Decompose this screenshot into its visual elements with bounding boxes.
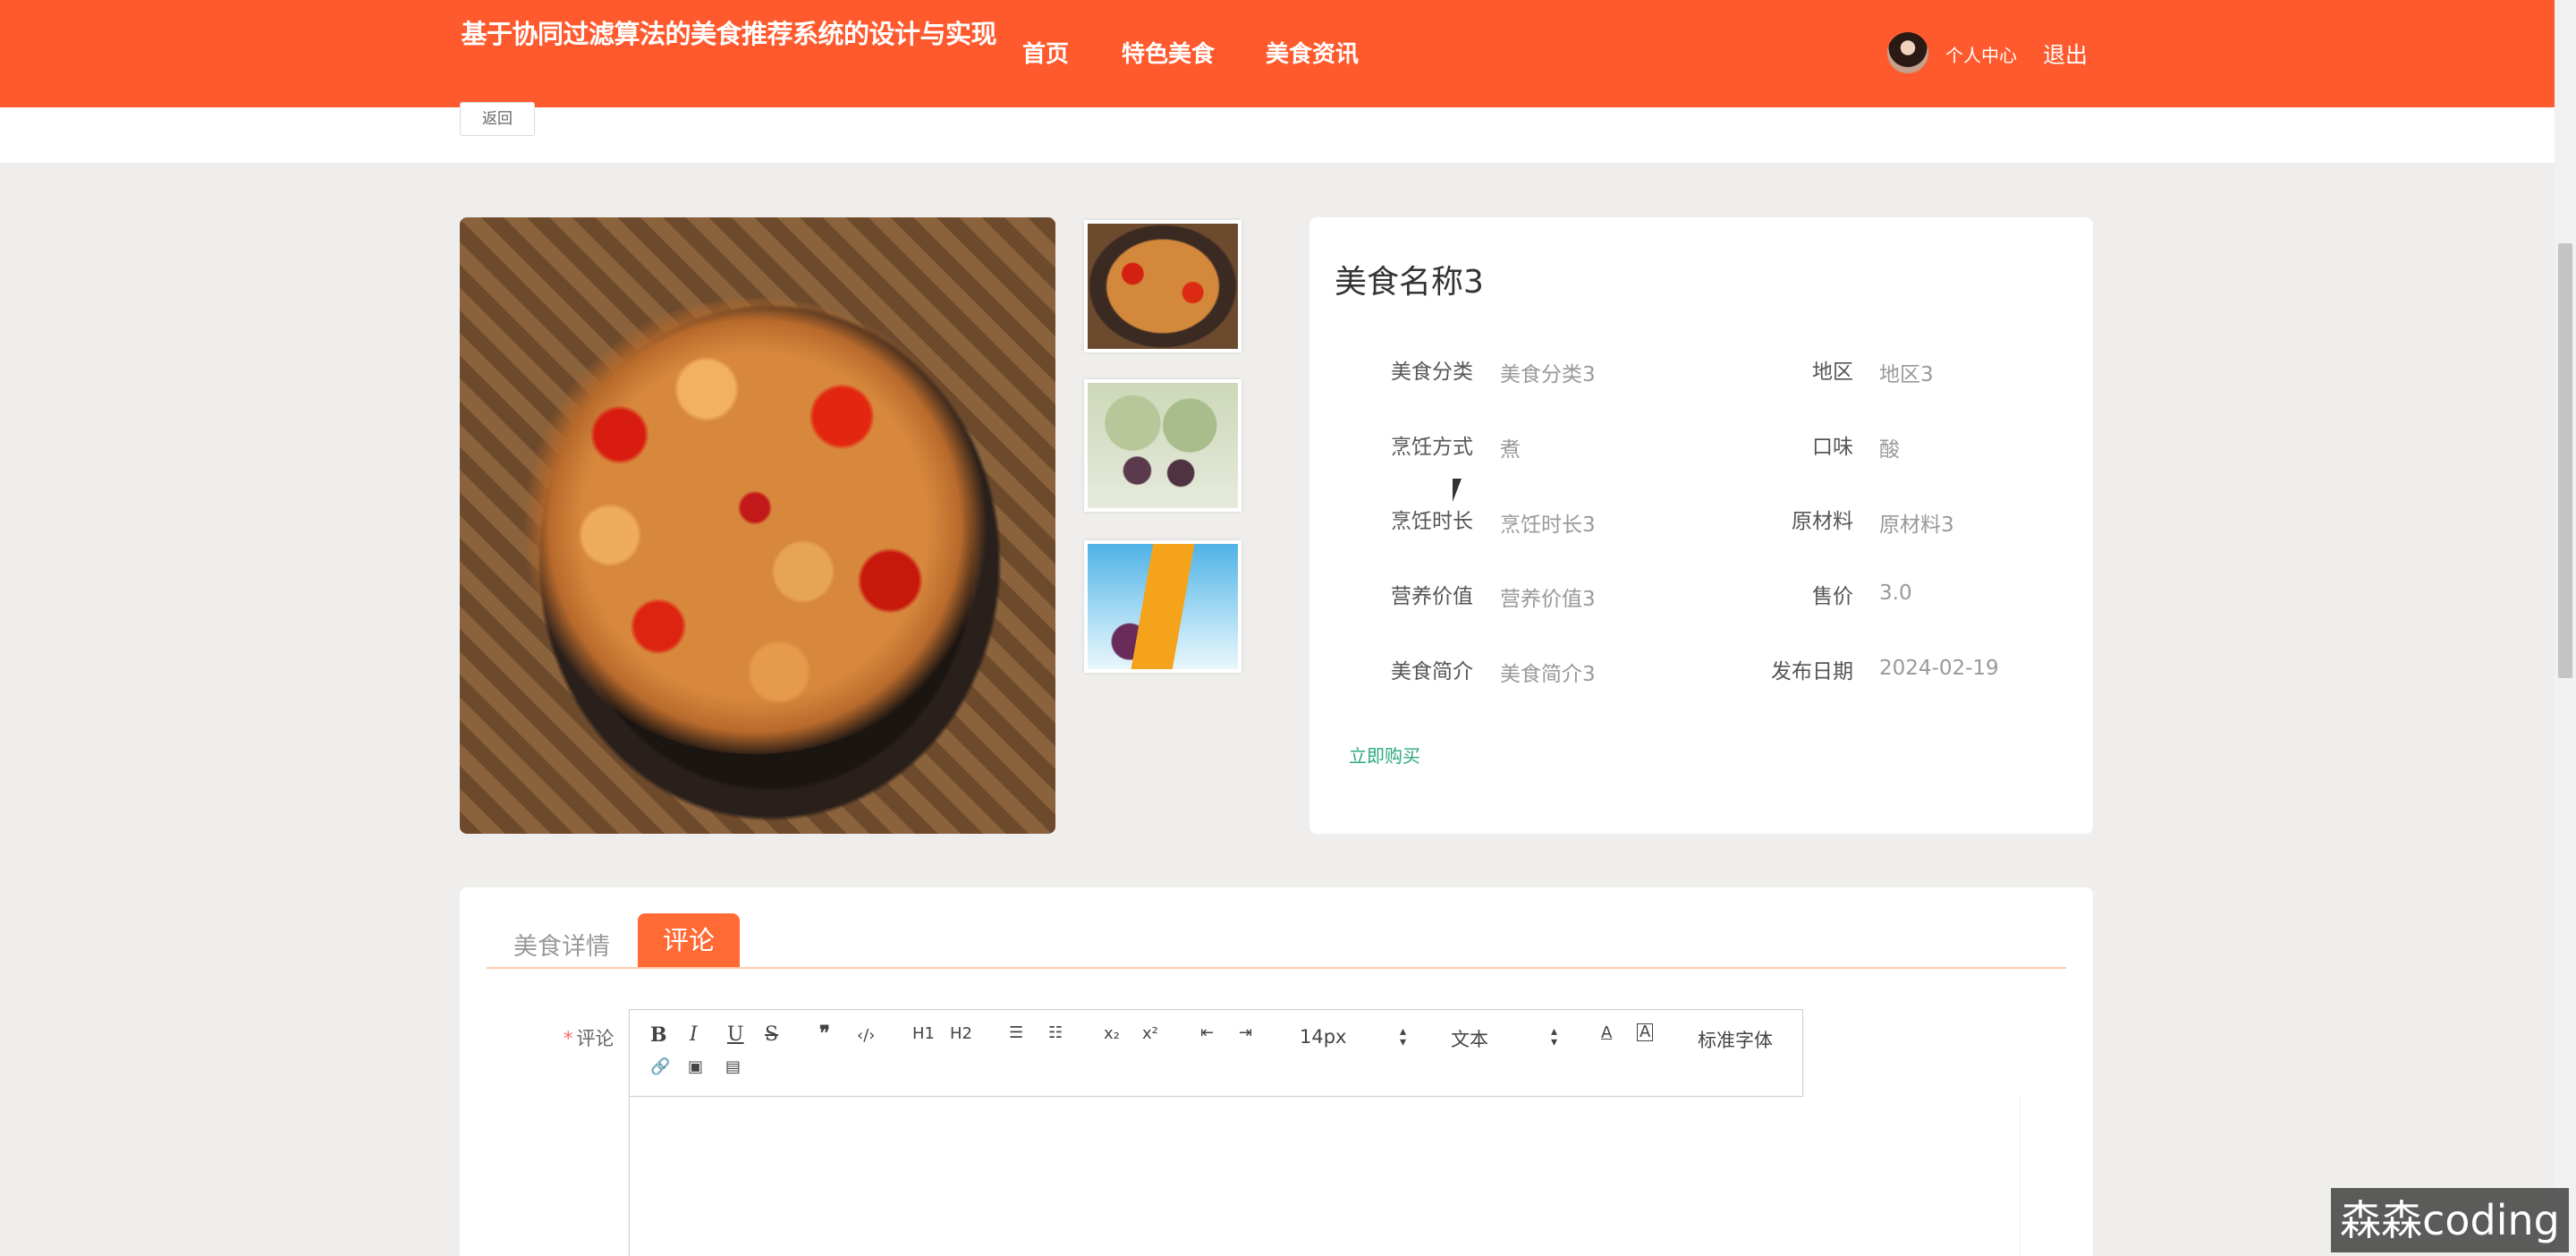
value-price: 3.0 — [1879, 581, 1912, 605]
underline-button[interactable]: U — [727, 1023, 744, 1046]
scrollbar-thumb[interactable] — [2558, 243, 2572, 678]
back-button[interactable]: 返回 — [460, 102, 535, 136]
label-category: 美食分类 — [1391, 361, 1473, 384]
value-publish-date: 2024-02-19 — [1879, 657, 1999, 680]
site-title: 基于协同过滤算法的美食推荐系统的设计与实现 — [461, 19, 996, 49]
superscript-button[interactable]: x² — [1142, 1024, 1158, 1043]
value-cooking-method: 煮 — [1500, 438, 1521, 462]
required-star: * — [564, 1028, 573, 1049]
heading1-button[interactable]: H1 — [912, 1024, 935, 1043]
label-ingredients: 原材料 — [1792, 510, 1853, 533]
comment-label-text: 评论 — [576, 1028, 614, 1049]
value-nutrition: 营养价值3 — [1500, 588, 1596, 611]
link-icon[interactable]: 🔗 — [650, 1057, 670, 1076]
tab-food-detail[interactable]: 美食详情 — [513, 927, 610, 962]
label-taste: 口味 — [1812, 436, 1853, 459]
image-icon[interactable]: ▣ — [688, 1057, 703, 1076]
italic-button[interactable]: I — [690, 1023, 698, 1046]
mouse-cursor-icon — [1453, 479, 1462, 502]
bullet-list-icon[interactable]: ☷ — [1048, 1023, 1063, 1042]
value-cooking-time: 烹饪时长3 — [1500, 513, 1596, 537]
select-arrows-icon: ▴ ▾ — [1551, 1024, 1558, 1049]
font-color-button[interactable]: A — [1601, 1023, 1612, 1042]
tab-underline — [487, 967, 2066, 969]
font-size-select[interactable]: 14px ▴ ▾ — [1300, 1024, 1416, 1049]
label-nutrition: 营养价值 — [1391, 585, 1473, 608]
value-intro: 美食简介3 — [1500, 663, 1596, 686]
heading2-button[interactable]: H2 — [950, 1024, 972, 1043]
bold-button[interactable]: B — [650, 1023, 667, 1047]
top-header: 基于协同过滤算法的美食推荐系统的设计与实现 首页 特色美食 美食资讯 个人中心 … — [0, 0, 2555, 107]
block-type-select[interactable]: 文本 ▴ ▾ — [1451, 1025, 1567, 1052]
strike-button[interactable]: S — [765, 1023, 778, 1046]
select-arrows-icon: ▴ ▾ — [1400, 1024, 1407, 1049]
quote-button[interactable]: ❞ — [819, 1022, 830, 1045]
label-price: 售价 — [1812, 585, 1853, 608]
value-taste: 酸 — [1879, 438, 1900, 462]
background-color-button[interactable]: A — [1637, 1023, 1654, 1041]
logout-link[interactable]: 退出 — [2043, 38, 2088, 70]
label-publish-date: 发布日期 — [1771, 660, 1853, 683]
user-center-link[interactable]: 个人中心 — [1945, 41, 2017, 67]
nav-food-news[interactable]: 美食资讯 — [1266, 36, 1359, 69]
ordered-list-icon[interactable]: ☰ — [1009, 1023, 1023, 1042]
comment-editor-area[interactable] — [629, 1097, 2021, 1256]
value-ingredients: 原材料3 — [1879, 513, 1954, 537]
font-size-value: 14px — [1300, 1026, 1347, 1048]
value-region: 地区3 — [1879, 363, 1934, 386]
comment-label: * 评论 — [564, 1024, 614, 1051]
thumbnail-1[interactable] — [1084, 220, 1241, 352]
thumbnail-2[interactable] — [1084, 379, 1241, 512]
label-region: 地区 — [1812, 361, 1853, 384]
label-cooking-time: 烹饪时长 — [1391, 510, 1473, 533]
indent-icon[interactable]: ⇥ — [1239, 1023, 1252, 1042]
video-icon[interactable]: ▤ — [725, 1057, 741, 1076]
editor-toolbar — [629, 1009, 1803, 1097]
avatar[interactable] — [1887, 32, 1928, 73]
tab-comment[interactable]: 评论 — [638, 913, 740, 967]
nav-featured-food[interactable]: 特色美食 — [1122, 36, 1215, 69]
food-name: 美食名称3 — [1335, 264, 1484, 301]
label-intro: 美食简介 — [1391, 660, 1473, 683]
outdent-icon[interactable]: ⇤ — [1200, 1023, 1214, 1042]
subscript-button[interactable]: x₂ — [1104, 1024, 1120, 1043]
block-type-value: 文本 — [1451, 1029, 1488, 1050]
watermark: 森森coding — [2331, 1188, 2569, 1252]
back-strip — [0, 107, 2555, 163]
buy-now-button[interactable]: 立即购买 — [1349, 742, 1420, 768]
value-category: 美食分类3 — [1500, 363, 1596, 386]
label-cooking-method: 烹饪方式 — [1391, 436, 1473, 459]
nav-home[interactable]: 首页 — [1022, 36, 1069, 69]
font-family-select[interactable]: 标准字体 — [1698, 1026, 1773, 1053]
main-food-image — [460, 217, 1055, 834]
code-button[interactable]: ‹/› — [857, 1026, 875, 1045]
thumbnail-3[interactable] — [1084, 540, 1241, 673]
